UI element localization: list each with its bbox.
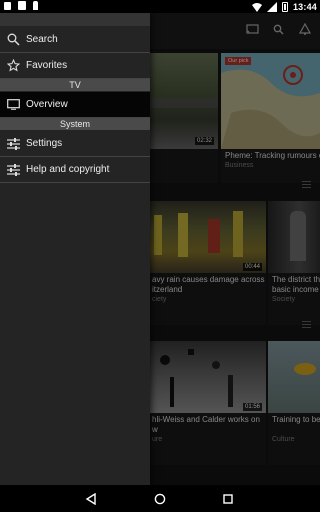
drawer-item-settings[interactable]: Settings — [0, 131, 150, 157]
drawer-item-favorites[interactable]: Favorites — [0, 53, 150, 79]
notification-icon — [4, 2, 11, 10]
drawer-item-label: Help and copyright — [26, 164, 110, 175]
section-header-tv: TV — [0, 79, 150, 91]
section-header-system: System — [0, 118, 150, 130]
drawer-item-overview[interactable]: Overview — [0, 92, 150, 118]
home-button[interactable] — [153, 492, 167, 506]
sim-icon — [18, 1, 26, 10]
search-icon — [6, 33, 20, 47]
drawer-item-help[interactable]: Help and copyright — [0, 157, 150, 183]
drawer-item-search[interactable]: Search — [0, 27, 150, 53]
download-icon — [33, 1, 38, 10]
scrim[interactable] — [150, 13, 320, 485]
recents-icon — [223, 494, 233, 504]
clock: 13:44 — [292, 1, 317, 12]
back-icon — [85, 493, 96, 505]
home-icon — [154, 493, 166, 505]
sliders-icon — [6, 163, 20, 177]
system-nav-bar — [0, 485, 320, 512]
drawer-item-label: Favorites — [26, 60, 68, 71]
tv-icon — [6, 98, 20, 112]
drawer-header — [0, 13, 150, 26]
battery-icon — [281, 1, 288, 12]
sliders-icon — [6, 137, 20, 151]
star-icon — [6, 59, 20, 73]
drawer-item-label: Overview — [26, 99, 68, 110]
navigation-drawer: Search Favorites TV Overview System Sett… — [0, 13, 150, 485]
wifi-icon — [251, 2, 262, 12]
recents-button[interactable] — [221, 492, 235, 506]
back-button[interactable] — [84, 492, 98, 506]
drawer-item-label: Search — [26, 34, 58, 45]
drawer-item-label: Settings — [26, 138, 63, 149]
status-bar: 13:44 — [0, 0, 320, 13]
cell-signal-icon — [266, 1, 277, 12]
